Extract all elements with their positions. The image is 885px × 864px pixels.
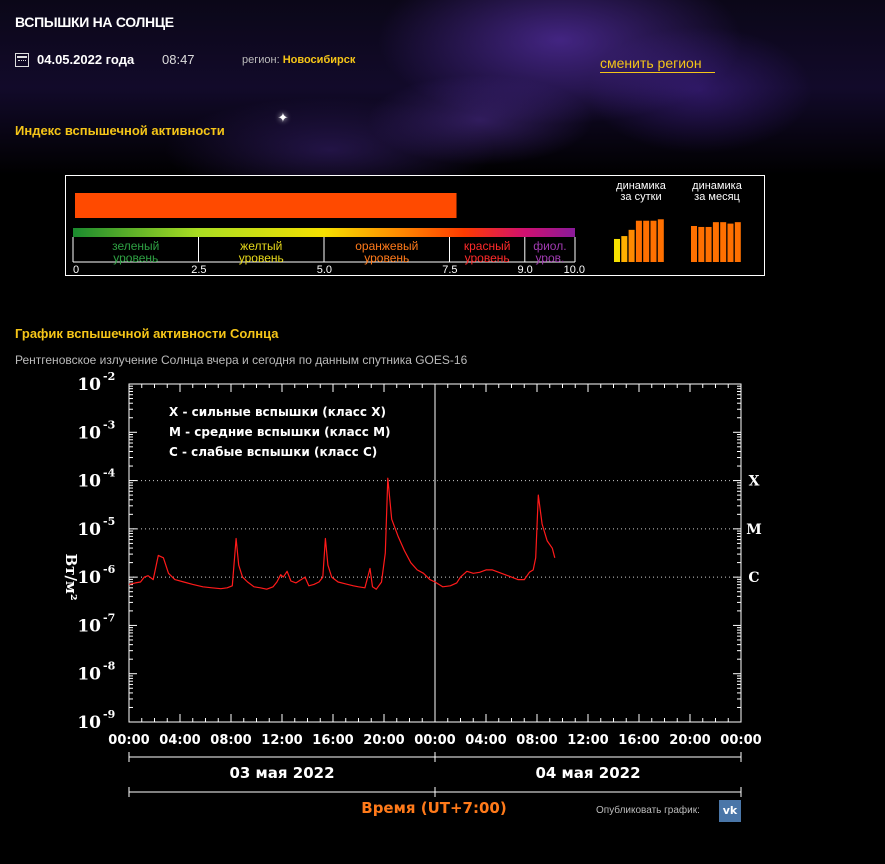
- y-tick-exponent: -3: [103, 418, 115, 431]
- y-axis-label: Вт/м²: [62, 553, 80, 600]
- x-tick-label: 20:00: [669, 733, 710, 748]
- y-tick-exponent: -9: [103, 708, 115, 721]
- legend-text: - сильные вспышки (класс X): [178, 405, 386, 419]
- dynamics-month-bar: [705, 226, 712, 262]
- x-tick-label: 08:00: [210, 733, 251, 748]
- legend-entry: M - средние вспышки (класс M): [169, 425, 391, 439]
- index-level-label: уровень: [465, 251, 510, 265]
- class-label: X: [749, 474, 760, 490]
- y-tick-exponent: -4: [103, 467, 116, 480]
- x-tick-label: 12:00: [261, 733, 302, 748]
- x-axis-label: Время (UT+7:00): [361, 799, 506, 817]
- y-tick-label: 10: [77, 423, 101, 443]
- dynamics-month-label: за месяц: [694, 191, 740, 203]
- vk-share-button[interactable]: vk: [719, 800, 741, 822]
- index-scale-strip: [73, 228, 575, 237]
- y-tick-exponent: -5: [103, 515, 115, 528]
- index-scale-tick-label: 7.5: [442, 264, 457, 276]
- x-tick-label: 00:00: [108, 733, 149, 748]
- class-label: M: [746, 522, 762, 538]
- class-label: C: [748, 570, 759, 586]
- y-tick-label: 10: [77, 375, 101, 395]
- dynamics-month-bar: [734, 222, 741, 262]
- day-label: 04 мая 2022: [535, 764, 640, 782]
- xray-flux-line: [128, 477, 556, 590]
- y-tick-label: 10: [77, 616, 101, 636]
- index-level-label: уровень: [113, 251, 158, 265]
- x-tick-label: 00:00: [720, 733, 761, 748]
- index-level-label: уровень: [364, 251, 409, 265]
- index-scale-tick-label: 5.0: [317, 264, 332, 276]
- y-tick-label: 10: [77, 520, 101, 540]
- x-tick-label: 20:00: [363, 733, 404, 748]
- legend-entry: X - сильные вспышки (класс X): [169, 405, 386, 419]
- dynamics-day-bar: [657, 219, 664, 262]
- legend-text: - слабые вспышки (класс C): [178, 445, 377, 459]
- x-tick-label: 16:00: [312, 733, 353, 748]
- x-tick-label: 04:00: [159, 733, 200, 748]
- legend-key: M: [169, 425, 181, 439]
- dynamics-day-bar: [614, 238, 620, 262]
- legend-key: C: [169, 445, 178, 459]
- x-tick-label: 12:00: [567, 733, 608, 748]
- index-scale-tick-label: 10.0: [564, 264, 585, 276]
- y-tick-exponent: -7: [103, 611, 115, 624]
- index-scale-tick-label: 0: [73, 264, 79, 276]
- x-tick-label: 04:00: [465, 733, 506, 748]
- legend-entry: C - слабые вспышки (класс C): [169, 445, 377, 459]
- flare-activity-graphics: 0 2.5 5.0 7.5 9.0 10.0зеленыйуровеньжелтыйуро…: [62, 180, 762, 817]
- legend-text: - средние вспышки (класс M): [181, 425, 391, 439]
- dynamics-day-bar: [643, 220, 650, 262]
- publish-label: Опубликовать график:: [596, 805, 700, 816]
- y-tick-label: 10: [77, 472, 101, 492]
- y-tick-exponent: -6: [103, 563, 116, 576]
- index-scale-tick-label: 2.5: [191, 264, 206, 276]
- y-tick-label: 10: [77, 713, 101, 733]
- dynamics-month-bar: [712, 222, 719, 262]
- x-tick-label: 00:00: [414, 733, 455, 748]
- y-tick-label: 10: [77, 665, 101, 685]
- dynamics-day-bar: [628, 229, 635, 262]
- dynamics-month-bar: [720, 222, 727, 262]
- dynamics-month-bar: [698, 226, 705, 262]
- y-tick-exponent: -8: [103, 660, 116, 673]
- x-tick-label: 16:00: [618, 733, 659, 748]
- dynamics-day-bar: [621, 236, 628, 262]
- index-level-label: уров.: [535, 251, 564, 265]
- dynamics-day-bar: [650, 220, 657, 262]
- index-value-bar: [75, 193, 457, 218]
- y-tick-exponent: -2: [103, 370, 115, 383]
- day-label: 03 мая 2022: [229, 764, 334, 782]
- x-tick-label: 08:00: [516, 733, 557, 748]
- index-scale-tick-label: 9.0: [518, 264, 533, 276]
- dynamics-month-bar: [727, 223, 734, 262]
- dynamics-day-bar: [635, 220, 642, 262]
- dynamics-day-label: за сутки: [620, 191, 661, 203]
- dynamics-month-bar: [691, 226, 697, 262]
- index-level-label: уровень: [239, 251, 284, 265]
